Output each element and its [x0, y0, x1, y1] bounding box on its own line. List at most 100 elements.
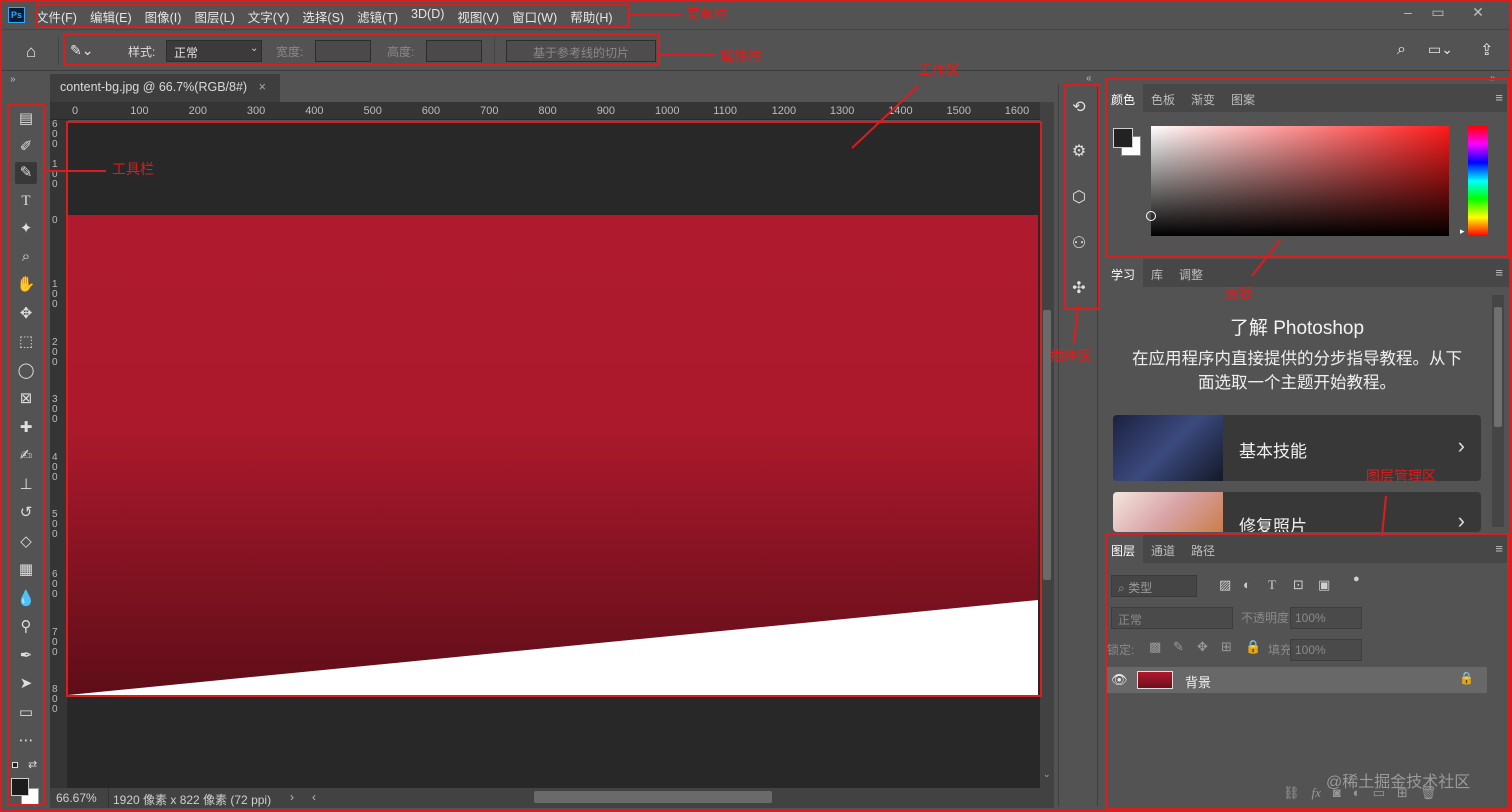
color-picker-field[interactable] [1151, 126, 1449, 236]
panel-tab[interactable]: 图案 [1223, 84, 1263, 112]
eyedropper-icon[interactable]: ✐ [15, 136, 37, 158]
rectangle-tool-icon[interactable]: ▭ [15, 702, 37, 724]
scroll-thumb[interactable] [1494, 307, 1502, 427]
color-picker-cursor[interactable] [1146, 211, 1156, 221]
foreground-swatch[interactable] [1113, 128, 1133, 148]
workspace-icon[interactable]: ▭⌄ [1428, 41, 1453, 58]
blend-mode-select[interactable]: 正常 [1111, 607, 1233, 629]
layer-row[interactable]: 👁 背景 🔒 [1107, 667, 1487, 693]
stamp-icon[interactable]: ⊥ [15, 474, 37, 496]
learn-card-fix-photo[interactable]: 修复照片 › [1113, 492, 1481, 532]
blur-icon[interactable]: 💧 [15, 588, 37, 610]
hand-icon[interactable]: ✋ [15, 274, 37, 296]
menu-item[interactable]: 图层(L) [194, 7, 234, 26]
menu-item[interactable]: 图像(I) [145, 7, 182, 26]
height-field[interactable] [426, 40, 482, 62]
panel-menu-icon[interactable]: ≡ [1495, 265, 1503, 280]
panel-tab[interactable]: 学习 [1103, 259, 1144, 287]
layer-filter-select[interactable]: ⌕ 类型 [1111, 575, 1197, 597]
chevron-right-icon[interactable]: › [290, 790, 294, 804]
opacity-field[interactable]: 100% [1290, 607, 1362, 629]
gradient-icon[interactable]: ▦ [15, 559, 37, 581]
marquee-icon[interactable]: ⬚ [15, 331, 37, 353]
type-tool-icon[interactable]: T [15, 190, 37, 212]
panel-tab[interactable]: 通道 [1143, 535, 1183, 563]
history-panel-icon[interactable]: ⟲ [1067, 96, 1091, 120]
layer-name[interactable]: 背景 [1185, 672, 1211, 691]
magic-wand-icon[interactable]: ✦ [15, 218, 37, 240]
share-icon[interactable]: ⇪ [1480, 40, 1493, 60]
scroll-left-icon[interactable]: ‹ [312, 790, 316, 804]
menu-item[interactable]: 编辑(E) [90, 7, 132, 26]
menu-item[interactable]: 选择(S) [302, 7, 344, 26]
ruler-tool-icon[interactable]: ▤ [15, 108, 37, 130]
pen-icon[interactable]: ✒ [15, 645, 37, 667]
search-icon[interactable]: ⌕ [1397, 41, 1406, 59]
maximize-icon[interactable]: ▭ [1427, 4, 1449, 22]
fx-icon[interactable]: fx [1312, 785, 1321, 801]
panel-tab[interactable]: 色板 [1143, 84, 1183, 112]
frame-icon[interactable]: ⊠ [15, 388, 37, 410]
default-colors-icon[interactable] [12, 762, 18, 768]
eraser-icon[interactable]: ◇ [15, 531, 37, 553]
panel-tab[interactable]: 渐变 [1183, 84, 1223, 112]
menu-item[interactable]: 视图(V) [457, 7, 499, 26]
slice-tool-icon[interactable]: ✎ [15, 162, 37, 184]
minimize-icon[interactable]: – [1397, 4, 1419, 22]
collapse-panels-icon[interactable]: » [1490, 73, 1496, 84]
close-icon[interactable]: ✕ [1467, 4, 1489, 22]
menu-item[interactable]: 文件(F) [36, 7, 77, 26]
properties-panel-icon[interactable]: ⚙ [1067, 140, 1091, 164]
document-tab[interactable]: content-bg.jpg @ 66.7%(RGB/8#) × [50, 74, 280, 102]
brush-icon[interactable]: ✍ [15, 445, 37, 467]
menu-item[interactable]: 3D(D) [411, 7, 444, 26]
vertical-scrollbar[interactable]: ⌄ [1040, 102, 1054, 788]
collapse-strip-icon[interactable]: « [1086, 73, 1092, 84]
dodge-icon[interactable]: ⚲ [15, 616, 37, 638]
menu-item[interactable]: 帮助(H) [570, 7, 612, 26]
menu-item[interactable]: 窗口(W) [512, 7, 557, 26]
style-select[interactable]: 正常 [166, 40, 262, 62]
adjustment-filter-icon[interactable]: ◐ [1243, 577, 1251, 592]
visibility-eye-icon[interactable]: 👁 [1111, 672, 1128, 688]
image-filter-icon[interactable]: ▨ [1219, 577, 1231, 593]
hue-slider-handle[interactable]: ▸ [1460, 226, 1465, 237]
lock-artboard-icon[interactable]: ⊞ [1221, 639, 1232, 655]
lock-all-icon[interactable]: 🔒 [1245, 639, 1261, 655]
panel-tab[interactable]: 颜色 [1103, 84, 1144, 112]
move-icon[interactable]: ✥ [15, 303, 37, 325]
swap-colors-icon[interactable]: ⇄ [28, 758, 37, 771]
panel-tab[interactable]: 路径 [1183, 535, 1223, 563]
guide-slices-button[interactable]: 基于参考线的切片 [506, 40, 656, 62]
foreground-color-swatch[interactable] [11, 778, 29, 796]
shape-filter-icon[interactable]: ⊡ [1293, 577, 1304, 593]
scroll-down-icon[interactable]: ⌄ [1043, 769, 1051, 780]
type-filter-icon[interactable]: T [1268, 577, 1276, 593]
panel-tab[interactable]: 图层 [1103, 535, 1144, 563]
expand-toolbar-icon[interactable]: » [10, 74, 16, 85]
close-tab-icon[interactable]: × [259, 80, 266, 94]
zoom-icon[interactable]: ⌕ [15, 246, 37, 268]
zoom-level[interactable]: 66.67% [56, 791, 97, 805]
panel-menu-icon[interactable]: ≡ [1495, 541, 1503, 556]
path-selection-icon[interactable]: ➤ [15, 673, 37, 695]
filter-toggle-icon[interactable]: ● [1353, 573, 1360, 585]
more-tools-icon[interactable]: ⋯ [15, 730, 37, 752]
panel-tab[interactable]: 库 [1143, 259, 1171, 287]
learn-scrollbar[interactable] [1492, 295, 1504, 527]
plugins-panel-icon[interactable]: ✣ [1067, 277, 1091, 301]
slice-tool-preset-icon[interactable]: ✎⌄ [70, 42, 93, 59]
home-icon[interactable]: ⌂ [26, 42, 36, 62]
menu-item[interactable]: 滤镜(T) [357, 7, 398, 26]
lasso-icon[interactable]: ◯ [15, 360, 37, 382]
panel-menu-icon[interactable]: ≡ [1495, 90, 1503, 105]
fill-field[interactable]: 100% [1290, 639, 1362, 661]
link-icon[interactable]: ⛓ [1283, 785, 1300, 801]
menu-item[interactable]: 文字(Y) [248, 7, 290, 26]
lock-image-icon[interactable]: ✎ [1173, 639, 1184, 655]
horizontal-scroll-thumb[interactable] [534, 791, 772, 803]
hue-slider[interactable] [1468, 126, 1488, 236]
lock-transparent-icon[interactable]: ▩ [1149, 639, 1161, 655]
healing-brush-icon[interactable]: ✚ [15, 417, 37, 439]
panel-tab[interactable]: 调整 [1171, 259, 1211, 287]
